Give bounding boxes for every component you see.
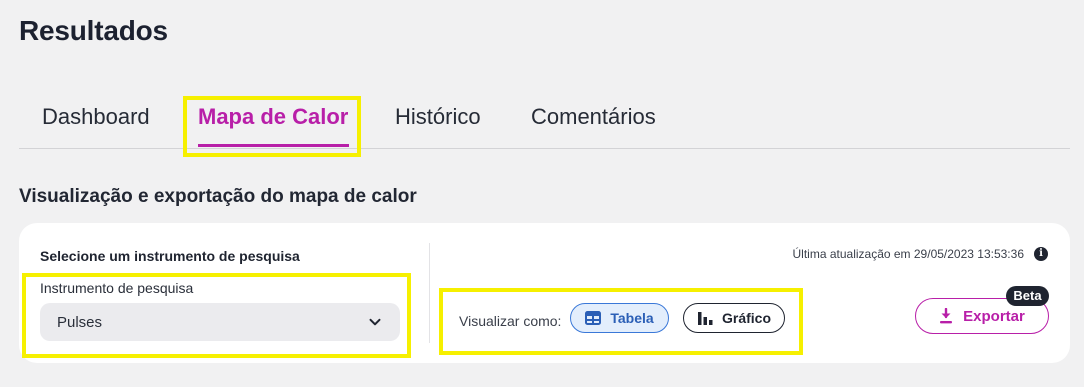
view-chart-button[interactable]: Gráfico xyxy=(683,303,785,333)
export-label: Exportar xyxy=(963,307,1025,325)
tab-bar: Dashboard Mapa de Calor Histórico Coment… xyxy=(19,90,1070,149)
page-title: Resultados xyxy=(19,15,168,46)
instrument-field-label: Instrumento de pesquisa xyxy=(40,280,194,296)
view-table-label: Tabela xyxy=(610,310,654,326)
beta-badge: Beta xyxy=(1006,286,1049,306)
download-icon xyxy=(940,308,953,324)
view-chart-label: Gráfico xyxy=(721,310,771,326)
bar-chart-icon xyxy=(697,312,713,325)
last-updated-text: Última atualização em 29/05/2023 13:53:3… xyxy=(792,247,1025,261)
view-table-button[interactable]: Tabela xyxy=(570,303,669,333)
tab-comments[interactable]: Comentários xyxy=(531,104,656,130)
view-as-label: Visualizar como: xyxy=(459,313,562,329)
card-divider xyxy=(429,243,430,343)
chevron-down-icon xyxy=(369,318,381,326)
table-icon xyxy=(585,311,602,325)
instrument-select[interactable]: Pulses xyxy=(40,303,400,341)
section-title: Visualização e exportação do mapa de cal… xyxy=(19,186,417,207)
heatmap-card: Selecione um instrumento de pesquisa Ins… xyxy=(19,223,1070,363)
info-icon[interactable]: i xyxy=(1034,247,1048,261)
tab-history[interactable]: Histórico xyxy=(395,104,481,130)
tab-heatmap[interactable]: Mapa de Calor xyxy=(198,104,348,130)
active-tab-indicator xyxy=(198,144,349,147)
instrument-select-value: Pulses xyxy=(57,314,103,331)
last-updated-status: Última atualização em 29/05/2023 13:53:3… xyxy=(792,247,1048,261)
tab-dashboard[interactable]: Dashboard xyxy=(42,104,150,130)
instrument-heading: Selecione um instrumento de pesquisa xyxy=(40,248,300,264)
